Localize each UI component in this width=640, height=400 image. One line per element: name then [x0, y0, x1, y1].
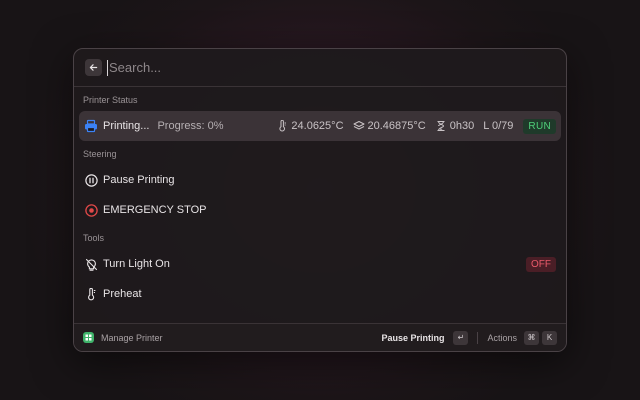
- app-logo-icon: [83, 332, 94, 343]
- command-window: Printer Status Printing... Progress: 0% …: [73, 48, 567, 352]
- stop-circle-icon: [84, 203, 98, 217]
- status-badge-run: RUN: [523, 118, 556, 134]
- bed-temp: 20.46875°C: [367, 120, 426, 132]
- turn-light-on-item[interactable]: Turn Light On OFF: [79, 249, 561, 279]
- time-item: 0h30: [435, 120, 474, 132]
- section-printer-status: Printer Status: [83, 95, 138, 105]
- pause-circle-icon: [84, 173, 98, 187]
- k-key: K: [542, 330, 557, 345]
- bed-temp-item: 20.46875°C: [353, 120, 426, 132]
- hourglass-icon: [435, 120, 447, 132]
- section-tools: Tools: [83, 233, 105, 243]
- enter-key-icon: ↵: [453, 330, 469, 345]
- print-progress: Progress: 0%: [157, 120, 224, 132]
- lightbulb-off-icon: [84, 257, 98, 271]
- preheat-item[interactable]: Preheat: [79, 279, 561, 309]
- light-status-badge: OFF: [526, 256, 556, 272]
- printer-status-row[interactable]: Printing... Progress: 0% 24.0625°C 20.46…: [79, 111, 561, 141]
- section-steering: Steering: [83, 149, 117, 159]
- turn-light-on-label: Turn Light On: [103, 258, 170, 270]
- command-key-icon: ⌘: [524, 330, 539, 345]
- app-name: Manage Printer: [101, 332, 163, 343]
- preheat-label: Preheat: [103, 288, 142, 300]
- primary-action-button[interactable]: Pause Printing: [381, 333, 444, 343]
- search-bar: [74, 49, 566, 87]
- emergency-stop-item[interactable]: EMERGENCY STOP: [79, 195, 561, 225]
- footer-actions: Pause Printing ↵ Actions ⌘ K: [381, 330, 557, 345]
- search-input[interactable]: [107, 59, 566, 76]
- printer-icon: [84, 119, 98, 133]
- footer-divider: [477, 331, 479, 344]
- pause-printing-label: Pause Printing: [103, 174, 175, 186]
- layers-icon: [353, 120, 365, 132]
- hotend-temp: 24.0625°C: [291, 120, 344, 132]
- pause-printing-item[interactable]: Pause Printing: [79, 165, 561, 195]
- thermometer-icon: [84, 287, 98, 301]
- layer-count: L 0/79: [483, 120, 514, 132]
- hotend-temp-item: 24.0625°C: [276, 120, 344, 132]
- printer-meta: 24.0625°C 20.46875°C 0h30 L 0/79 RUN: [267, 118, 556, 134]
- printer-status-title: Printing...: [103, 120, 150, 132]
- print-time: 0h30: [449, 120, 475, 132]
- action-footer: Manage Printer Pause Printing ↵ Actions …: [74, 323, 566, 351]
- back-button[interactable]: [85, 59, 102, 76]
- arrow-left-icon: [89, 64, 98, 71]
- actions-button[interactable]: Actions: [487, 333, 517, 343]
- emergency-stop-label: EMERGENCY STOP: [103, 204, 207, 216]
- thermometer-icon: [276, 120, 288, 132]
